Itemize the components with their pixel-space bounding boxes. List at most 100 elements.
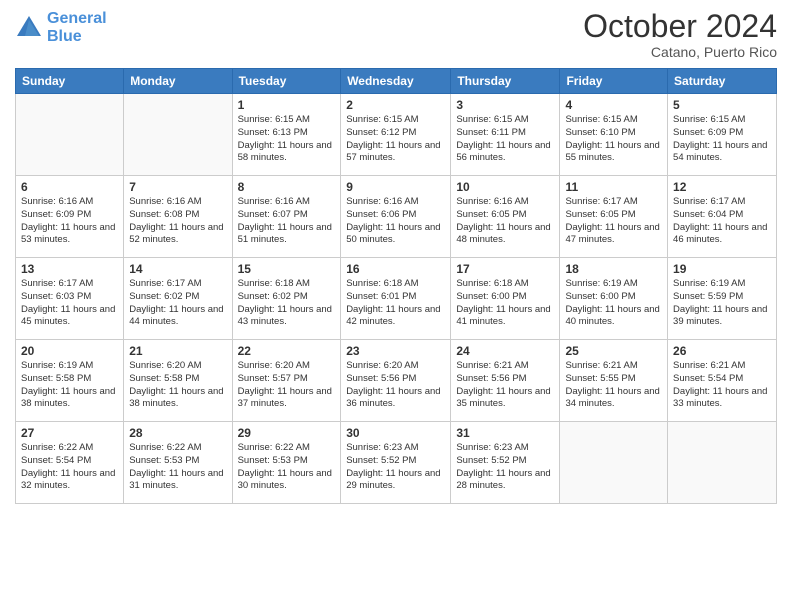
day-number: 14 (129, 262, 226, 276)
calendar-cell: 9Sunrise: 6:16 AM Sunset: 6:06 PM Daylig… (341, 176, 451, 258)
day-info: Sunrise: 6:15 AM Sunset: 6:09 PM Dayligh… (673, 114, 771, 165)
calendar-cell (560, 422, 668, 504)
calendar-week-3: 13 Sunrise: 6:17 AM Sunset: 6:03 PM Dayli… (16, 258, 777, 340)
day-number: 22 (238, 344, 336, 358)
day-info: Sunrise: 6:18 AM Sunset: 6:00 PM Dayligh… (456, 278, 554, 329)
calendar-cell: 29 Sunrise: 6:22 AM Sunset: 5:53 PM Dayli… (232, 422, 341, 504)
day-number: 8 (238, 180, 336, 194)
day-info: Sunrise: 6:21 AM Sunset: 5:54 PM Dayligh… (673, 360, 771, 411)
header: General Blue October 2024 Catano, Puerto… (15, 10, 777, 60)
day-number: 31 (456, 426, 554, 440)
day-info: Sunrise: 6:20 AM Sunset: 5:56 PM Dayligh… (346, 360, 445, 411)
day-info: Sunrise: 6:21 AM Sunset: 5:56 PM Dayligh… (456, 360, 554, 411)
day-info: Sunrise: 6:22 AM Sunset: 5:54 PM Dayligh… (21, 442, 118, 493)
col-sunday: Sunday (16, 69, 124, 94)
calendar-week-4: 20Sunrise: 6:19 AM Sunset: 5:58 PM Dayli… (16, 340, 777, 422)
calendar-cell: 17Sunrise: 6:18 AM Sunset: 6:00 PM Dayli… (451, 258, 560, 340)
calendar-week-2: 6 Sunrise: 6:16 AM Sunset: 6:09 PM Daylig… (16, 176, 777, 258)
day-number: 6 (21, 180, 118, 194)
calendar-week-5: 27 Sunrise: 6:22 AM Sunset: 5:54 PM Dayli… (16, 422, 777, 504)
calendar-cell: 8 Sunrise: 6:16 AM Sunset: 6:07 PM Daylig… (232, 176, 341, 258)
calendar-cell: 25Sunrise: 6:21 AM Sunset: 5:55 PM Dayli… (560, 340, 668, 422)
day-info: Sunrise: 6:20 AM Sunset: 5:58 PM Dayligh… (129, 360, 226, 411)
day-number: 2 (346, 98, 445, 112)
logo-icon (15, 14, 43, 42)
calendar-body: 1Sunrise: 6:15 AM Sunset: 6:13 PM Daylig… (16, 94, 777, 504)
day-number: 26 (673, 344, 771, 358)
logo-line1: General (47, 10, 107, 27)
page: General Blue October 2024 Catano, Puerto… (0, 0, 792, 612)
day-number: 13 (21, 262, 118, 276)
day-number: 21 (129, 344, 226, 358)
col-monday: Monday (124, 69, 232, 94)
day-info: Sunrise: 6:15 AM Sunset: 6:12 PM Dayligh… (346, 114, 445, 165)
calendar-cell: 16 Sunrise: 6:18 AM Sunset: 6:01 PM Dayli… (341, 258, 451, 340)
calendar-cell: 2 Sunrise: 6:15 AM Sunset: 6:12 PM Daylig… (341, 94, 451, 176)
calendar-cell: 1Sunrise: 6:15 AM Sunset: 6:13 PM Daylig… (232, 94, 341, 176)
calendar-cell: 4 Sunrise: 6:15 AM Sunset: 6:10 PM Daylig… (560, 94, 668, 176)
calendar-cell: 15Sunrise: 6:18 AM Sunset: 6:02 PM Dayli… (232, 258, 341, 340)
calendar-cell: 30 Sunrise: 6:23 AM Sunset: 5:52 PM Dayli… (341, 422, 451, 504)
day-number: 19 (673, 262, 771, 276)
day-info: Sunrise: 6:19 AM Sunset: 5:59 PM Dayligh… (673, 278, 771, 329)
logo-line2: Blue (47, 28, 82, 45)
calendar-cell: 19 Sunrise: 6:19 AM Sunset: 5:59 PM Dayli… (668, 258, 777, 340)
day-number: 9 (346, 180, 445, 194)
day-info: Sunrise: 6:16 AM Sunset: 6:07 PM Dayligh… (238, 196, 336, 247)
day-info: Sunrise: 6:18 AM Sunset: 6:01 PM Dayligh… (346, 278, 445, 329)
day-number: 27 (21, 426, 118, 440)
day-info: Sunrise: 6:15 AM Sunset: 6:11 PM Dayligh… (456, 114, 554, 165)
calendar-cell (668, 422, 777, 504)
calendar-cell: 3Sunrise: 6:15 AM Sunset: 6:11 PM Daylig… (451, 94, 560, 176)
calendar-cell: 5 Sunrise: 6:15 AM Sunset: 6:09 PM Daylig… (668, 94, 777, 176)
day-info: Sunrise: 6:22 AM Sunset: 5:53 PM Dayligh… (129, 442, 226, 493)
title-area: October 2024 Catano, Puerto Rico (583, 10, 777, 60)
calendar: Sunday Monday Tuesday Wednesday Thursday… (15, 68, 777, 504)
col-tuesday: Tuesday (232, 69, 341, 94)
day-number: 11 (565, 180, 662, 194)
calendar-cell: 28 Sunrise: 6:22 AM Sunset: 5:53 PM Dayli… (124, 422, 232, 504)
day-info: Sunrise: 6:17 AM Sunset: 6:03 PM Dayligh… (21, 278, 118, 329)
day-info: Sunrise: 6:19 AM Sunset: 6:00 PM Dayligh… (565, 278, 662, 329)
day-number: 1 (238, 98, 336, 112)
calendar-cell: 24 Sunrise: 6:21 AM Sunset: 5:56 PM Dayli… (451, 340, 560, 422)
calendar-cell: 26 Sunrise: 6:21 AM Sunset: 5:54 PM Dayli… (668, 340, 777, 422)
calendar-cell: 6 Sunrise: 6:16 AM Sunset: 6:09 PM Daylig… (16, 176, 124, 258)
day-info: Sunrise: 6:15 AM Sunset: 6:10 PM Dayligh… (565, 114, 662, 165)
day-number: 4 (565, 98, 662, 112)
day-info: Sunrise: 6:22 AM Sunset: 5:53 PM Dayligh… (238, 442, 336, 493)
logo-text: General Blue (47, 10, 107, 45)
day-number: 5 (673, 98, 771, 112)
day-number: 20 (21, 344, 118, 358)
calendar-cell: 12Sunrise: 6:17 AM Sunset: 6:04 PM Dayli… (668, 176, 777, 258)
col-friday: Friday (560, 69, 668, 94)
calendar-week-1: 1Sunrise: 6:15 AM Sunset: 6:13 PM Daylig… (16, 94, 777, 176)
day-info: Sunrise: 6:16 AM Sunset: 6:09 PM Dayligh… (21, 196, 118, 247)
calendar-cell: 31 Sunrise: 6:23 AM Sunset: 5:52 PM Dayli… (451, 422, 560, 504)
calendar-cell: 11Sunrise: 6:17 AM Sunset: 6:05 PM Dayli… (560, 176, 668, 258)
day-number: 16 (346, 262, 445, 276)
calendar-cell: 21 Sunrise: 6:20 AM Sunset: 5:58 PM Dayli… (124, 340, 232, 422)
month-title: October 2024 (583, 10, 777, 42)
calendar-cell: 13 Sunrise: 6:17 AM Sunset: 6:03 PM Dayli… (16, 258, 124, 340)
day-number: 23 (346, 344, 445, 358)
day-info: Sunrise: 6:16 AM Sunset: 6:08 PM Dayligh… (129, 196, 226, 247)
calendar-cell: 14 Sunrise: 6:17 AM Sunset: 6:02 PM Dayli… (124, 258, 232, 340)
day-number: 28 (129, 426, 226, 440)
calendar-header-row: Sunday Monday Tuesday Wednesday Thursday… (16, 69, 777, 94)
day-info: Sunrise: 6:23 AM Sunset: 5:52 PM Dayligh… (456, 442, 554, 493)
day-number: 24 (456, 344, 554, 358)
calendar-cell: 10 Sunrise: 6:16 AM Sunset: 6:05 PM Dayli… (451, 176, 560, 258)
location-subtitle: Catano, Puerto Rico (583, 44, 777, 60)
day-info: Sunrise: 6:17 AM Sunset: 6:02 PM Dayligh… (129, 278, 226, 329)
calendar-cell: 23 Sunrise: 6:20 AM Sunset: 5:56 PM Dayli… (341, 340, 451, 422)
col-thursday: Thursday (451, 69, 560, 94)
day-info: Sunrise: 6:21 AM Sunset: 5:55 PM Dayligh… (565, 360, 662, 411)
day-info: Sunrise: 6:16 AM Sunset: 6:05 PM Dayligh… (456, 196, 554, 247)
day-number: 10 (456, 180, 554, 194)
day-number: 30 (346, 426, 445, 440)
day-info: Sunrise: 6:23 AM Sunset: 5:52 PM Dayligh… (346, 442, 445, 493)
col-saturday: Saturday (668, 69, 777, 94)
day-number: 29 (238, 426, 336, 440)
calendar-cell: 22Sunrise: 6:20 AM Sunset: 5:57 PM Dayli… (232, 340, 341, 422)
